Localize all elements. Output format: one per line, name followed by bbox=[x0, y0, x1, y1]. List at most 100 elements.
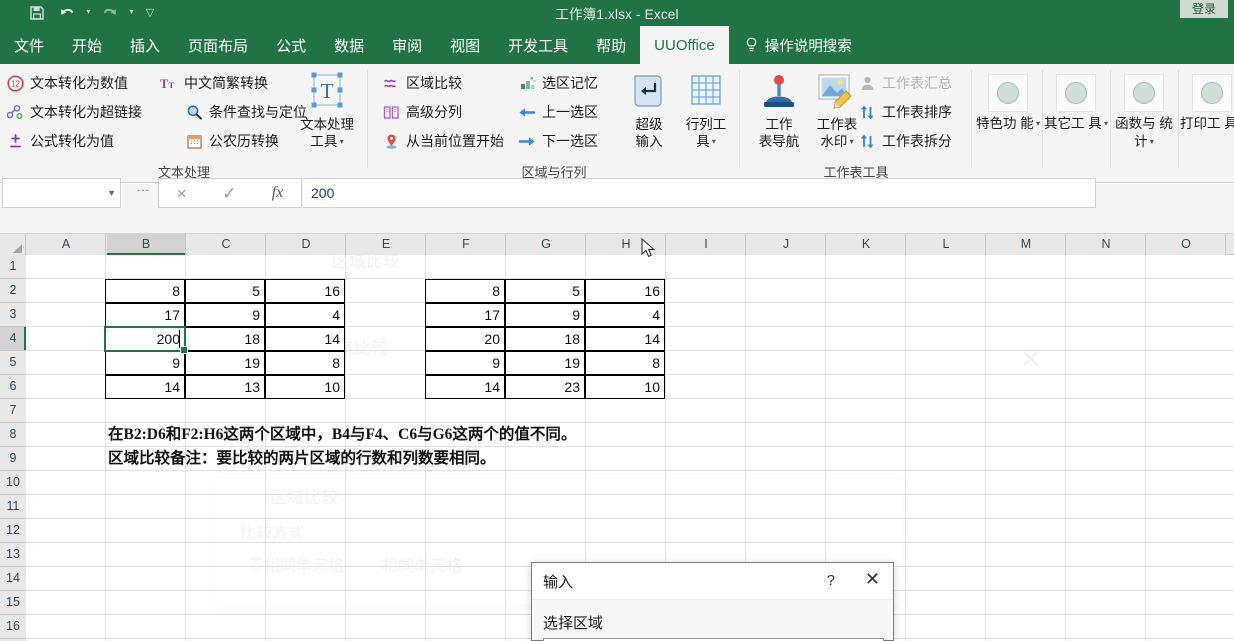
ribbon-item-sheet-split[interactable]: 工作表拆分 bbox=[858, 128, 952, 154]
ribbon-item-text-to-number[interactable]: 12 文本转化为数值 bbox=[6, 70, 128, 96]
ribbon-item-start-from-current[interactable]: 从当前位置开始 bbox=[382, 128, 504, 154]
input-dialog[interactable]: 输入 ? ✕ 选择区域 bbox=[531, 562, 894, 641]
column-header-G[interactable]: G bbox=[507, 234, 586, 255]
column-header-C[interactable]: C bbox=[187, 234, 266, 255]
column-header-H[interactable]: H bbox=[587, 234, 666, 255]
cell-C2[interactable]: 5 bbox=[185, 279, 265, 303]
cell-D6[interactable]: 10 bbox=[265, 375, 345, 399]
chevron-down-icon[interactable]: ▾ bbox=[1148, 137, 1154, 146]
confirm-entry-icon[interactable]: ✓ bbox=[222, 185, 236, 202]
formula-input[interactable]: 200 bbox=[303, 178, 1096, 208]
chevron-down-icon[interactable]: ▾ bbox=[1034, 119, 1040, 128]
close-icon[interactable]: ✕ bbox=[865, 569, 880, 589]
cell-G3[interactable]: 9 bbox=[505, 303, 585, 327]
cell-C4[interactable]: 18 bbox=[185, 327, 265, 351]
tab-file[interactable]: 文件 bbox=[0, 26, 58, 64]
ribbon-button-functions-statistics[interactable]: 函数与 统计 ▾ bbox=[1112, 74, 1176, 151]
chevron-down-icon[interactable]: ▼ bbox=[107, 188, 116, 198]
select-all-corner[interactable] bbox=[0, 234, 26, 255]
row-header-10[interactable]: 10 bbox=[0, 471, 26, 495]
formula-bar-grip[interactable]: ⋮ bbox=[136, 184, 151, 224]
cell-H4[interactable]: 14 bbox=[585, 327, 665, 351]
row-header-11[interactable]: 11 bbox=[0, 495, 26, 519]
cell-H5[interactable]: 8 bbox=[585, 351, 665, 375]
ribbon-item-selection-memory[interactable]: 选区记忆 bbox=[518, 70, 598, 96]
cell-F5[interactable]: 9 bbox=[425, 351, 505, 375]
ribbon-button-other-tools[interactable]: 其它工 具 ▾ bbox=[1044, 74, 1108, 133]
cell-D4[interactable]: 14 bbox=[265, 327, 345, 351]
column-header-B[interactable]: B bbox=[107, 234, 186, 255]
row-header-2[interactable]: 2 bbox=[0, 279, 26, 303]
insert-function-icon[interactable]: fx bbox=[272, 185, 284, 201]
cell-G6[interactable]: 23 bbox=[505, 375, 585, 399]
column-header-L[interactable]: L bbox=[907, 234, 986, 255]
ribbon-button-super-input[interactable]: 超级 输入 bbox=[618, 72, 680, 150]
ribbon-item-simplified-traditional[interactable]: TT 中文简繁转换 bbox=[160, 70, 268, 96]
tab-uuoffice[interactable]: UUOffice bbox=[640, 26, 729, 64]
chevron-down-icon[interactable]: ▾ bbox=[1102, 119, 1108, 128]
sign-in-button[interactable]: 登录 bbox=[1179, 0, 1228, 18]
chevron-down-icon[interactable]: ▾ bbox=[847, 137, 854, 146]
ribbon-item-text-to-hyperlink[interactable]: 文本转化为超链接 bbox=[6, 99, 142, 125]
cell-F3[interactable]: 17 bbox=[425, 303, 505, 327]
tab-view[interactable]: 视图 bbox=[436, 26, 494, 64]
column-header-F[interactable]: F bbox=[427, 234, 506, 255]
row-header-14[interactable]: 14 bbox=[0, 567, 26, 591]
row-header-7[interactable]: 7 bbox=[0, 399, 26, 423]
cell-H2[interactable]: 16 bbox=[585, 279, 665, 303]
row-header-6[interactable]: 6 bbox=[0, 375, 26, 399]
column-header-I[interactable]: I bbox=[667, 234, 746, 255]
tab-data[interactable]: 数据 bbox=[320, 26, 378, 64]
ribbon-item-next-selection[interactable]: 下一选区 bbox=[518, 128, 598, 154]
help-icon[interactable]: ? bbox=[827, 572, 835, 589]
cell-D2[interactable]: 16 bbox=[265, 279, 345, 303]
cell-D3[interactable]: 4 bbox=[265, 303, 345, 327]
tab-insert[interactable]: 插入 bbox=[116, 26, 174, 64]
cell-B3[interactable]: 17 bbox=[105, 303, 185, 327]
tell-me-search[interactable]: 操作说明搜索 bbox=[729, 26, 862, 64]
ribbon-item-prev-selection[interactable]: 上一选区 bbox=[518, 99, 598, 125]
ribbon-item-formula-to-value[interactable]: 公式转化为值 bbox=[6, 128, 114, 154]
tab-developer[interactable]: 开发工具 bbox=[494, 26, 582, 64]
column-header-E[interactable]: E bbox=[347, 234, 426, 255]
name-box[interactable]: ▼ bbox=[2, 178, 121, 208]
cell-G2[interactable]: 5 bbox=[505, 279, 585, 303]
ribbon-button-feature-functions[interactable]: 特色功 能 ▾ bbox=[976, 74, 1040, 133]
ribbon-button-text-processing-tools[interactable]: T 文本处理 工具 ▾ bbox=[296, 72, 358, 150]
tab-home[interactable]: 开始 bbox=[58, 26, 116, 64]
column-header-N[interactable]: N bbox=[1067, 234, 1146, 255]
cancel-entry-icon[interactable]: × bbox=[177, 185, 187, 202]
tab-page-layout[interactable]: 页面布局 bbox=[174, 26, 262, 64]
row-header-4[interactable]: 4 bbox=[0, 327, 26, 351]
cell-C3[interactable]: 9 bbox=[185, 303, 265, 327]
tab-formulas[interactable]: 公式 bbox=[262, 26, 320, 64]
ribbon-item-sheet-sort[interactable]: 工作表排序 bbox=[858, 99, 952, 125]
ribbon-button-sheet-navigation[interactable]: 工作 表导航 bbox=[748, 72, 810, 150]
ribbon-button-print-tools[interactable]: 打印工 具 ▾ bbox=[1180, 74, 1234, 133]
cell-F4[interactable]: 20 bbox=[425, 327, 505, 351]
tab-review[interactable]: 审阅 bbox=[378, 26, 436, 64]
row-header-9[interactable]: 9 bbox=[0, 447, 26, 471]
cell-B5[interactable]: 9 bbox=[105, 351, 185, 375]
cell-C5[interactable]: 19 bbox=[185, 351, 265, 375]
ribbon-item-advanced-split[interactable]: 高级分列 bbox=[382, 99, 462, 125]
cell-B2[interactable]: 8 bbox=[105, 279, 185, 303]
cell-B9[interactable]: 区域比较备注：要比较的两片区域的行数和列数要相同。 bbox=[108, 447, 496, 471]
ribbon-button-rowcol-tools[interactable]: 行列工 具 ▾ bbox=[675, 72, 737, 150]
row-header-5[interactable]: 5 bbox=[0, 351, 26, 375]
chevron-down-icon[interactable]: ▾ bbox=[710, 137, 716, 146]
row-header-1[interactable]: 1 bbox=[0, 255, 26, 279]
column-header-K[interactable]: K bbox=[827, 234, 906, 255]
cell-H6[interactable]: 10 bbox=[585, 375, 665, 399]
row-header-16[interactable]: 16 bbox=[0, 615, 26, 639]
ribbon-item-conditional-find[interactable]: 条件查找与定位 bbox=[185, 99, 307, 125]
cell-G5[interactable]: 19 bbox=[505, 351, 585, 375]
column-header-O[interactable]: O bbox=[1147, 234, 1226, 255]
cell-F6[interactable]: 14 bbox=[425, 375, 505, 399]
cell-H3[interactable]: 4 bbox=[585, 303, 665, 327]
row-header-12[interactable]: 12 bbox=[0, 519, 26, 543]
cell-B8[interactable]: 在B2:D6和F2:H6这两个区域中，B4与F4、C6与G6这两个的值不同。 bbox=[108, 423, 576, 447]
column-header-D[interactable]: D bbox=[267, 234, 346, 255]
cell-C6[interactable]: 13 bbox=[185, 375, 265, 399]
row-header-3[interactable]: 3 bbox=[0, 303, 26, 327]
